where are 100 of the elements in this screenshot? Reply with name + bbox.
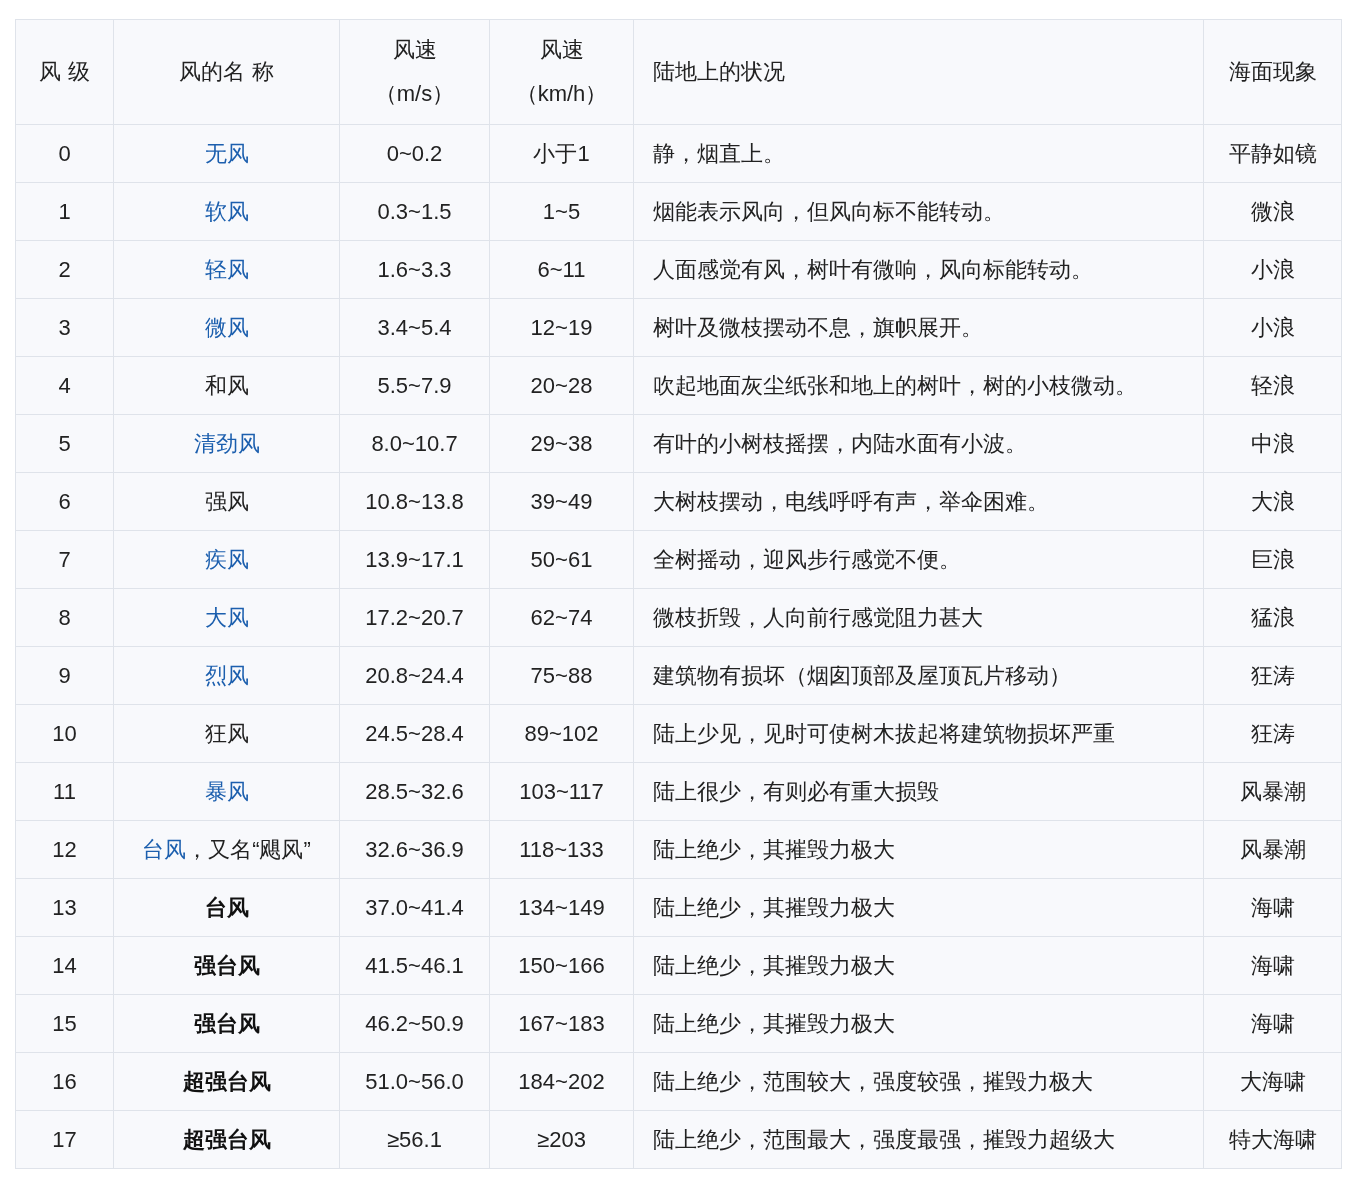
table-cell: 6 (58, 488, 71, 514)
table-cell: 50~61 (530, 546, 593, 572)
table-cell: 29~38 (530, 430, 593, 456)
column-header: 海面现象 (1228, 58, 1317, 86)
table-cell: 微浪 (1250, 198, 1295, 224)
table-cell: 小于1 (533, 140, 590, 166)
table-cell: 建筑物有损坏（烟囱顶部及屋顶瓦片移动） (653, 662, 1071, 688)
table-cell: 24.5~28.4 (365, 720, 464, 746)
table-cell: 10.8~13.8 (365, 488, 464, 514)
table-cell: 陆上很少，有则必有重大损毁 (653, 778, 939, 804)
table-cell: 海啸 (1250, 1010, 1295, 1036)
table-cell: 轻浪 (1250, 372, 1295, 398)
table-cell: 特大海啸 (1228, 1126, 1317, 1152)
table-cell: 118~133 (519, 836, 604, 862)
table-cell: 陆上绝少，范围较大，强度较强，摧毁力极大 (653, 1068, 1093, 1094)
table-cell: 10 (52, 720, 77, 746)
table-cell: 51.0~56.0 (365, 1068, 464, 1094)
table-cell: 微枝折毁，人向前行感觉阻力甚大 (653, 604, 983, 630)
wind-name-link[interactable]: 微风 (204, 314, 249, 340)
table-cell: 巨浪 (1250, 546, 1295, 572)
table-cell: 大浪 (1250, 488, 1295, 514)
table-cell: 静，烟直上。 (653, 140, 785, 166)
table-cell: 大树枝摆动，电线呼呼有声，举伞困难。 (653, 488, 1049, 514)
table-cell: 小浪 (1250, 314, 1295, 340)
table-cell: 有叶的小树枝摇摆，内陆水面有小波。 (653, 430, 1027, 456)
table-cell: 12 (52, 836, 77, 862)
table-cell: 184~202 (518, 1068, 605, 1094)
table-cell: 3.4~5.4 (377, 314, 452, 340)
column-header: （km/h） (515, 80, 608, 108)
table-cell: 狂涛 (1250, 662, 1295, 688)
table-cell: 89~102 (524, 720, 599, 746)
table-cell: 0.3~1.5 (377, 198, 452, 224)
table-cell: 17.2~20.7 (365, 604, 464, 630)
table-cell: 28.5~32.6 (365, 778, 464, 804)
wind-name: 超强台风 (182, 1126, 271, 1152)
wind-name-link[interactable]: 软风 (204, 198, 249, 224)
column-header: 风 级 (39, 58, 90, 86)
table-cell: 陆上绝少，其摧毁力极大 (653, 1010, 895, 1036)
table-cell: 1 (58, 198, 71, 224)
table-cell: 9 (58, 662, 71, 688)
table-cell: 烟能表示风向，但风向标不能转动。 (653, 198, 1005, 224)
table-cell: 人面感觉有风，树叶有微响，风向标能转动。 (653, 256, 1093, 282)
table-cell: 1.6~3.3 (377, 256, 452, 282)
wind-name-link[interactable]: 无风 (204, 140, 249, 166)
table-cell: 4 (58, 372, 71, 398)
table-cell: 树叶及微枝摆动不息，旗帜展开。 (653, 314, 983, 340)
wind-name: 强风 (204, 488, 249, 514)
wind-name-link[interactable]: 暴风 (204, 778, 249, 804)
table-cell: 猛浪 (1250, 604, 1295, 630)
table-cell: 7 (58, 546, 71, 572)
table-cell: 5.5~7.9 (377, 372, 452, 398)
wind-name: 强台风 (193, 1010, 260, 1036)
wind-name-link[interactable]: 烈风 (204, 662, 249, 688)
table-cell: 15 (52, 1010, 77, 1036)
table-cell: 12~19 (530, 314, 593, 340)
wind-name: 强台风 (193, 952, 260, 978)
table-cell: 14 (52, 952, 77, 978)
table-cell: 陆上绝少，范围最大，强度最强，摧毁力超级大 (653, 1126, 1115, 1152)
table-cell: 2 (58, 256, 71, 282)
table-cell: 全树摇动，迎风步行感觉不便。 (653, 546, 961, 572)
table-cell: 大海啸 (1239, 1068, 1306, 1094)
table-cell: 37.0~41.4 (365, 894, 464, 920)
table-cell: 1~5 (542, 198, 581, 224)
wind-name: 超强台风 (182, 1068, 271, 1094)
table-cell: 5 (58, 430, 71, 456)
wind-name-link[interactable]: 清劲风 (193, 430, 260, 456)
table-cell: 16 (52, 1068, 77, 1094)
column-header: 风速 (539, 36, 584, 64)
table-cell: 13.9~17.1 (365, 546, 464, 572)
table-cell: 62~74 (530, 604, 593, 630)
table-cell: 32.6~36.9 (365, 836, 464, 862)
table-cell: 小浪 (1250, 256, 1295, 282)
table-cell: 8 (58, 604, 71, 630)
table-cell: 中浪 (1250, 430, 1295, 456)
wind-name-link[interactable]: 台风 (142, 836, 187, 862)
table-cell: 17 (52, 1126, 77, 1152)
table-cell: 风暴潮 (1239, 778, 1306, 804)
table-cell: 20.8~24.4 (365, 662, 464, 688)
wind-name-link[interactable]: 疾风 (204, 546, 249, 572)
wind-name: ，又名“飓风” (186, 836, 311, 862)
column-header: 风的名 称 (179, 58, 274, 86)
table-cell: 167~183 (518, 1010, 605, 1036)
column-header: 风速 (392, 36, 437, 64)
wind-name: 台风 (204, 894, 249, 920)
wind-name-link[interactable]: 轻风 (204, 256, 249, 282)
wind-name: 狂风 (204, 720, 249, 746)
table-cell: 20~28 (530, 372, 593, 398)
table-cell: 狂涛 (1250, 720, 1295, 746)
table-cell: 8.0~10.7 (371, 430, 458, 456)
table-cell: 75~88 (530, 662, 593, 688)
wind-name: 和风 (204, 372, 249, 398)
table-cell: 平静如镜 (1228, 140, 1317, 166)
wind-name-link[interactable]: 大风 (204, 604, 249, 630)
table-cell: 13 (52, 894, 77, 920)
table-cell: 吹起地面灰尘纸张和地上的树叶，树的小枝微动。 (653, 372, 1137, 398)
table-cell: 风暴潮 (1239, 836, 1306, 862)
table-cell: 3 (58, 314, 71, 340)
table-cell: 陆上绝少，其摧毁力极大 (653, 952, 895, 978)
table-cell: 41.5~46.1 (365, 952, 464, 978)
column-header: 陆地上的状况 (653, 58, 785, 86)
